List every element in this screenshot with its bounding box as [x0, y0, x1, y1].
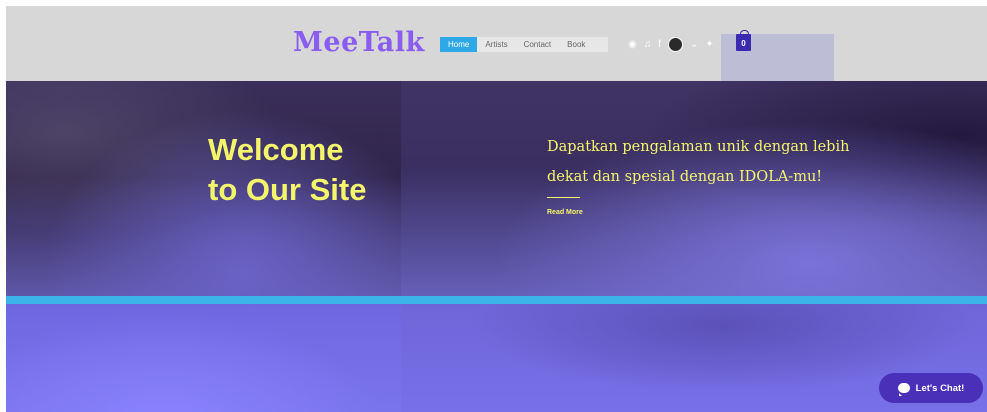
chat-bubble-icon: [897, 383, 910, 396]
hero-title: Welcome to Our Site: [208, 130, 366, 210]
accent-stripe: [6, 296, 987, 304]
chevron-down-icon[interactable]: ⌄: [690, 37, 698, 52]
hero-title-line2: to Our Site: [208, 172, 367, 207]
social-bar: ◉ ♫ f ⌄ ✦: [628, 37, 714, 52]
bottom-left-panel: [6, 304, 401, 412]
spotify-icon[interactable]: ◉: [628, 37, 637, 52]
website-frame: MeeTalk Home Artists Contact Book ◉ ♫ f …: [6, 6, 987, 412]
hero-title-line1: Welcome: [208, 132, 344, 167]
soundcloud-icon[interactable]: ♫: [644, 37, 652, 52]
facebook-icon[interactable]: f: [658, 37, 661, 52]
hero-tagline: Dapatkan pengalaman unik dengan lebih de…: [547, 139, 850, 185]
read-more-link[interactable]: Read More: [547, 209, 583, 216]
nav-home[interactable]: Home: [440, 37, 478, 52]
twitter-icon[interactable]: ✦: [705, 37, 713, 52]
site-header: MeeTalk Home Artists Contact Book ◉ ♫ f …: [6, 6, 987, 81]
nav-book[interactable]: Book: [559, 37, 593, 52]
site-logo[interactable]: MeeTalk: [293, 27, 425, 58]
avatar[interactable]: [668, 37, 684, 52]
cart-button[interactable]: 0: [736, 34, 751, 51]
nav-artists[interactable]: Artists: [477, 37, 515, 52]
chat-label: Let's Chat!: [915, 382, 965, 394]
main-nav: Home Artists Contact Book: [440, 37, 608, 52]
nav-contact[interactable]: Contact: [516, 37, 560, 52]
divider-line: [547, 197, 580, 198]
lets-chat-button[interactable]: Let's Chat!: [879, 373, 983, 403]
